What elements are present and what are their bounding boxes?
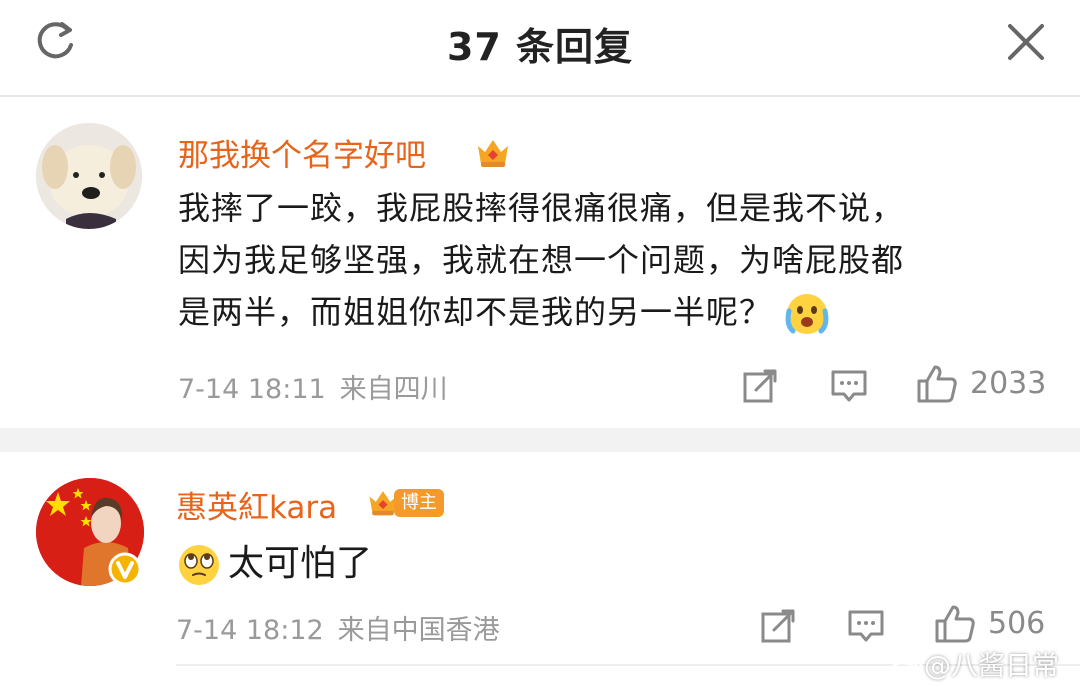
comment-location: 来自中国香港 xyxy=(337,615,500,646)
section-divider xyxy=(0,428,1080,452)
comment-text: 太可怕了 xyxy=(228,543,373,584)
like-icon[interactable] xyxy=(934,604,976,644)
like-count: 506 xyxy=(988,606,1046,641)
comment-location: 来自四川 xyxy=(339,374,448,405)
comment-icon[interactable] xyxy=(830,368,868,404)
eye-roll-emoji xyxy=(179,545,219,585)
comment-content: 太可怕了 xyxy=(176,534,372,588)
comment-meta: 7-14 18:11 来自四川 xyxy=(178,367,448,406)
watermark-text: @八酱日常 xyxy=(924,651,1059,682)
comment-content: 我摔了一跤，我屁股摔得很痛很痛，但是我不说， 因为我足够坚强，我就在想一个问题，… xyxy=(178,182,1058,338)
username[interactable]: 惠英紅kara xyxy=(176,482,337,527)
weibo-icon xyxy=(888,655,923,682)
like-count: 2033 xyxy=(970,366,1047,401)
close-icon[interactable] xyxy=(1004,20,1048,64)
crown-badge-icon xyxy=(478,140,508,167)
comment-time: 7-14 18:11 xyxy=(178,374,326,405)
verified-v-icon xyxy=(108,552,142,586)
comment-line: 是两半，而姐姐你却不是我的另一半呢？ xyxy=(178,293,773,331)
avatar[interactable] xyxy=(36,123,142,229)
page-title: 37 条回复 xyxy=(446,25,634,69)
share-icon[interactable] xyxy=(760,608,796,644)
username[interactable]: 那我换个名字好吧 xyxy=(178,130,426,175)
watermark: @八酱日常 xyxy=(888,644,1059,682)
blogger-badge: 博主 xyxy=(394,489,444,517)
header-bar: 37 条回复 xyxy=(0,0,1080,96)
comment-icon[interactable] xyxy=(847,608,885,644)
header-divider xyxy=(0,95,1080,97)
like-icon[interactable] xyxy=(916,364,958,404)
comment-time: 7-14 18:12 xyxy=(176,615,324,646)
share-icon[interactable] xyxy=(742,368,778,404)
crying-laughing-emoji xyxy=(785,294,829,334)
comment-line: 因为我足够坚强，我就在想一个问题，为啥屁股都 xyxy=(178,241,905,279)
comment-line: 我摔了一跤，我屁股摔得很痛很痛，但是我不说， xyxy=(178,189,905,227)
comment-meta: 7-14 18:12 来自中国香港 xyxy=(176,608,500,647)
